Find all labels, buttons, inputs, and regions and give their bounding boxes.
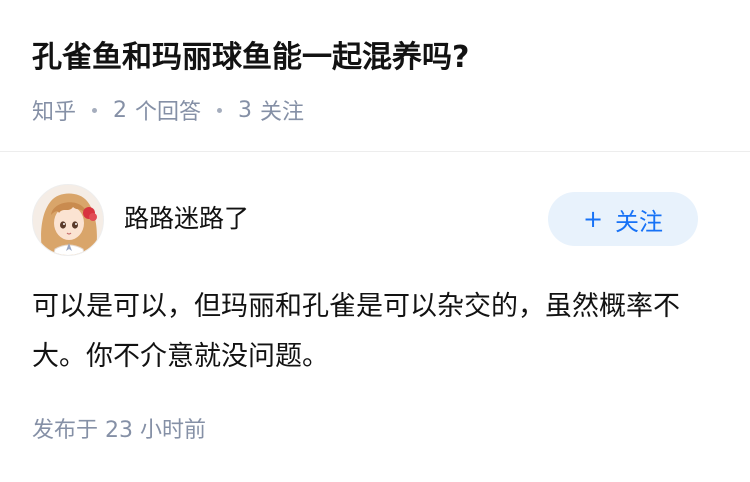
author-row: 路路迷路了 + 关注	[32, 184, 718, 256]
answer-count: 2	[113, 97, 128, 123]
separator-dot	[217, 107, 223, 113]
anime-girl-avatar-icon	[33, 185, 103, 255]
follow-button[interactable]: + 关注	[548, 192, 698, 246]
published-prefix: 发布于	[32, 418, 99, 443]
question-header: 孔雀鱼和玛丽球鱼能一起混养吗? 知乎 2 个回答 3 关注	[0, 0, 750, 152]
follower-count: 3	[238, 97, 253, 123]
question-title[interactable]: 孔雀鱼和玛丽球鱼能一起混养吗?	[32, 36, 469, 80]
published-time: 发布于 23 小时前	[32, 414, 206, 448]
answer-page: 孔雀鱼和玛丽球鱼能一起混养吗? 知乎 2 个回答 3 关注 路路迷路了 + 关注…	[0, 0, 750, 482]
source-label[interactable]: 知乎	[32, 94, 76, 126]
answer-count-label: 个回答	[135, 100, 202, 125]
published-time-value: 23 小时前	[105, 418, 207, 443]
plus-icon: +	[582, 205, 604, 233]
avatar[interactable]	[32, 184, 104, 256]
separator-dot	[92, 107, 98, 113]
question-meta: 知乎 2 个回答 3 关注	[32, 94, 304, 126]
author-name[interactable]: 路路迷路了	[124, 202, 249, 236]
follower-count-label: 关注	[260, 100, 305, 125]
follow-button-label: 关注	[615, 207, 664, 236]
answer-content: 可以是可以，但玛丽和孔雀是可以杂交的，虽然概率不大。你不介意就没问题。	[32, 291, 680, 372]
